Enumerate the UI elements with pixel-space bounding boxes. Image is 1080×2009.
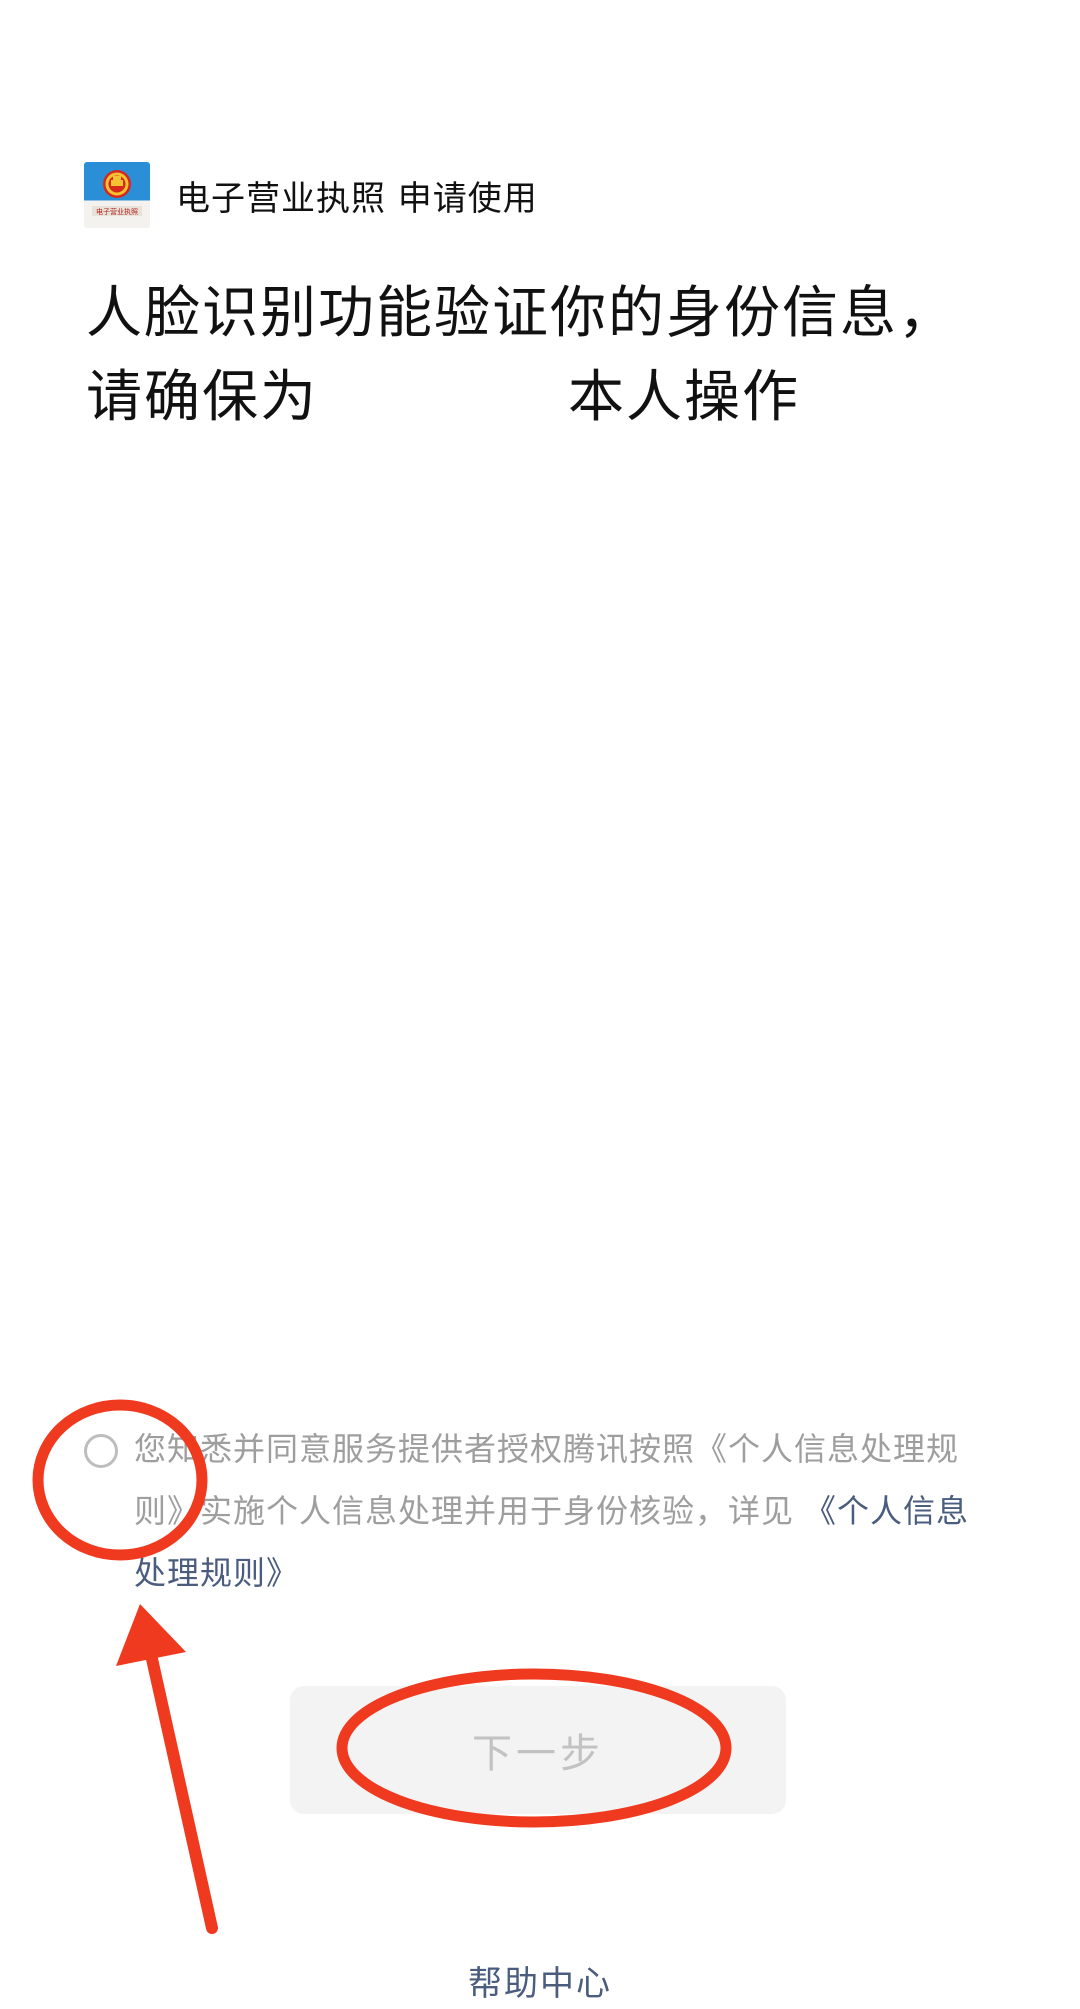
consent-radio[interactable]: [84, 1434, 118, 1468]
app-header: 电子营业执照 电子营业执照 申请使用: [84, 162, 538, 228]
redacted-name: [318, 370, 568, 431]
page-headline: 人脸识别功能验证你的身份信息， 请确保为 本人操作: [86, 272, 986, 440]
national-emblem-icon: 电子营业执照: [84, 162, 150, 228]
headline-line-1: 人脸识别功能验证你的身份信息，: [86, 281, 956, 346]
arrow-shaft: [144, 1644, 218, 1934]
logo-caption: 电子营业执照: [96, 207, 138, 216]
arrow-head: [116, 1604, 186, 1666]
headline-line-2-prefix: 请确保为: [86, 365, 318, 430]
consent-text: 您知悉并同意服务提供者授权腾讯按照《个人信息处理规则》实施个人信息处理并用于身份…: [134, 1418, 984, 1604]
next-step-button[interactable]: 下一步: [290, 1686, 786, 1814]
headline-line-2: 请确保为 本人操作: [86, 356, 986, 440]
help-center-link[interactable]: 帮助中心: [0, 1956, 1080, 2005]
app-title: 电子营业执照 申请使用: [176, 178, 538, 219]
headline-line-2-suffix: 本人操作: [568, 365, 800, 430]
consent-agreement: 您知悉并同意服务提供者授权腾讯按照《个人信息处理规则》实施个人信息处理并用于身份…: [84, 1418, 984, 1604]
